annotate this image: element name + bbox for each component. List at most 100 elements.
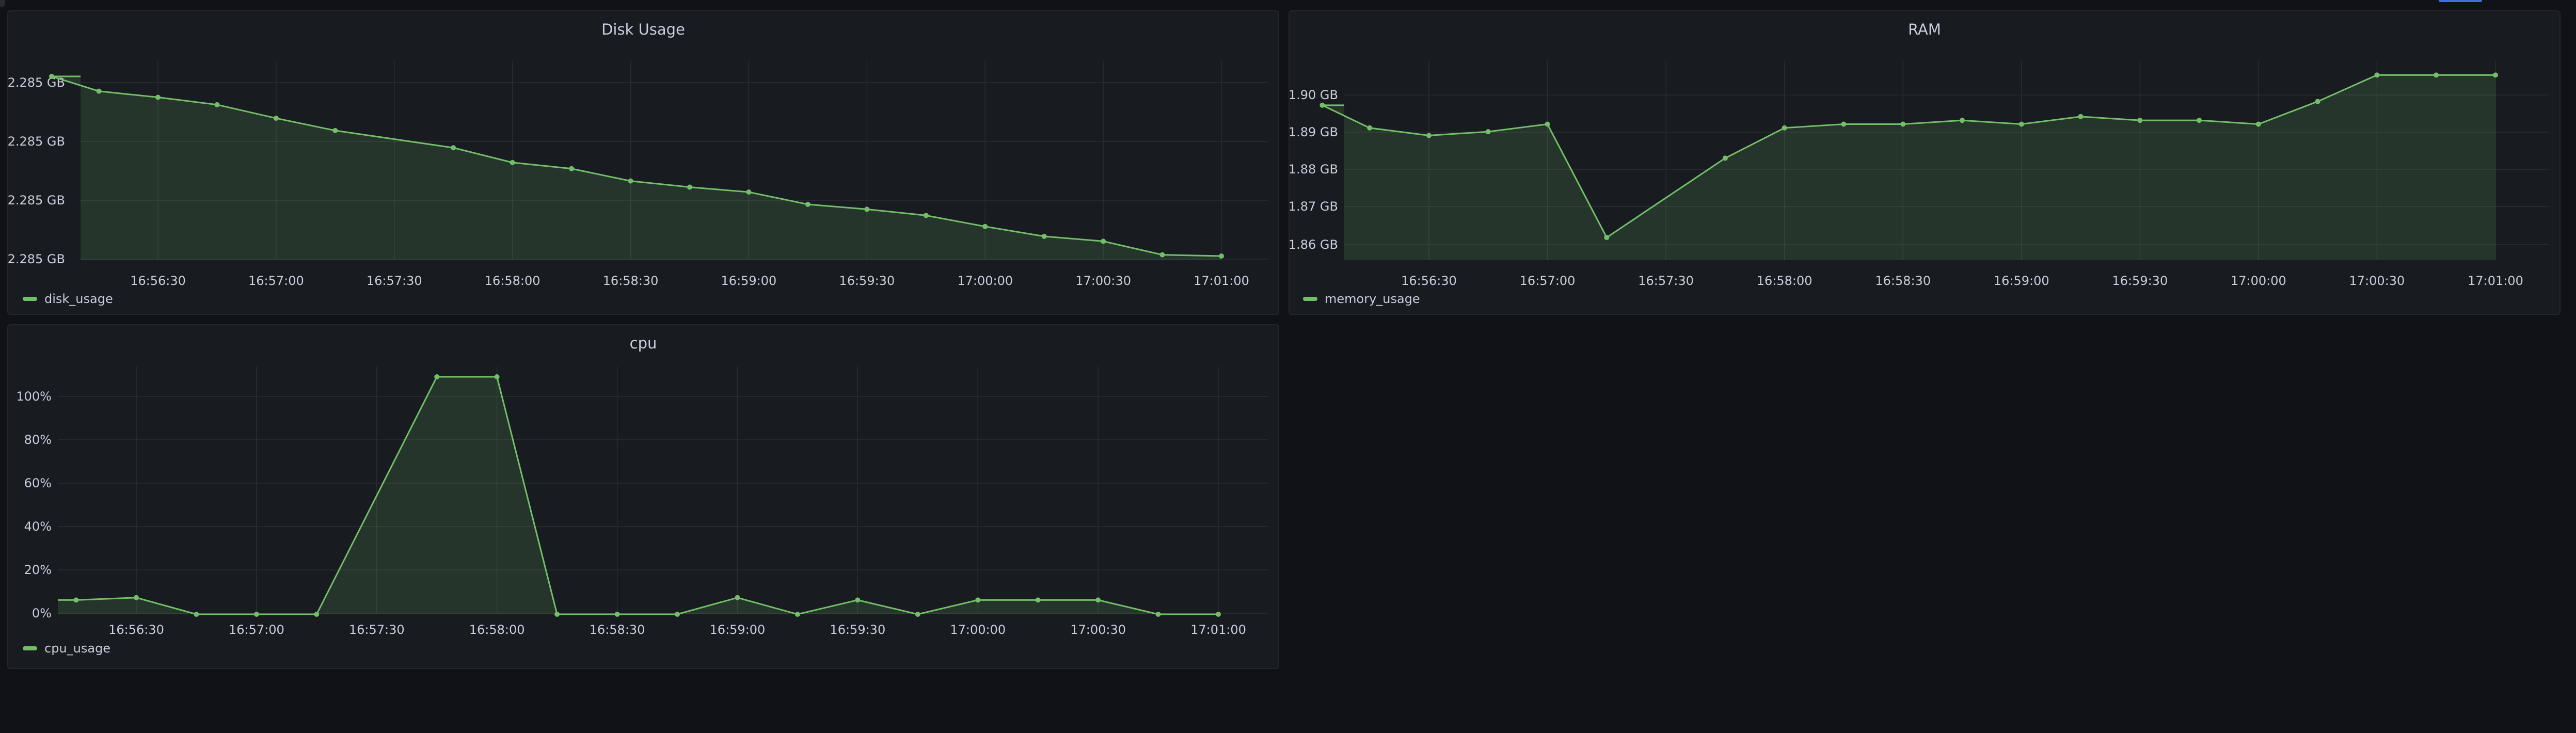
data-point bbox=[2374, 72, 2380, 78]
data-point bbox=[735, 595, 740, 600]
data-point bbox=[1722, 155, 1728, 161]
data-point bbox=[273, 116, 279, 121]
legend-label: cpu_usage bbox=[44, 641, 111, 656]
series-area bbox=[52, 76, 1221, 260]
data-point bbox=[687, 184, 692, 190]
cpu-panel[interactable]: cpu 100% 80% 60% 40% 20% 0% 16:56:30 16:57:00 16… bbox=[7, 324, 1279, 669]
series-line bbox=[58, 376, 1218, 615]
ram-chart: 1.90 GB 1.89 GB 1.88 GB 1.87 GB 1.86 GB 16:56… bbox=[1289, 61, 2549, 288]
y-tick-label: 1.89 GB bbox=[1289, 125, 1338, 139]
x-tick-label: 17:00:00 bbox=[957, 274, 1013, 288]
x-tick-label: 17:00:00 bbox=[950, 623, 1006, 637]
y-tick-label: 80% bbox=[24, 433, 52, 447]
data-point bbox=[1319, 102, 1325, 108]
x-tick-label: 16:58:00 bbox=[485, 274, 540, 288]
disk-usage-chart: 2.285 GB2.285 GB2.285 GB2.285 GB16:56:30… bbox=[8, 61, 1268, 288]
series-points bbox=[73, 374, 1221, 617]
data-point bbox=[1782, 125, 1787, 131]
data-point bbox=[434, 374, 440, 379]
data-point bbox=[2255, 121, 2261, 127]
legend-swatch bbox=[23, 297, 37, 301]
series-area bbox=[58, 377, 1218, 614]
data-point bbox=[2018, 121, 2024, 127]
data-point bbox=[134, 595, 139, 600]
data-point bbox=[96, 88, 102, 94]
data-point bbox=[675, 612, 680, 617]
y-axis: 2.285 GB2.285 GB2.285 GB2.285 GB bbox=[8, 75, 65, 266]
data-point bbox=[915, 612, 920, 617]
data-point bbox=[794, 612, 800, 617]
data-point bbox=[1219, 253, 1224, 259]
data-point bbox=[1841, 121, 1847, 127]
data-point bbox=[855, 597, 861, 603]
top-accent-bar bbox=[2439, 0, 2482, 2]
data-point bbox=[1101, 238, 1106, 244]
data-point bbox=[194, 612, 199, 617]
y-tick-label: 2.285 GB bbox=[8, 193, 65, 208]
x-tick-label: 17:00:30 bbox=[1075, 274, 1131, 288]
y-axis: 1.90 GB 1.89 GB 1.88 GB 1.87 GB 1.86 GB bbox=[1289, 88, 1338, 252]
x-tick-label: 17:01:00 bbox=[1194, 274, 1249, 288]
x-tick-label: 16:56:30 bbox=[108, 623, 164, 637]
y-tick-label: 20% bbox=[24, 563, 52, 577]
y-tick-label: 1.86 GB bbox=[1289, 237, 1338, 252]
y-axis: 100% 80% 60% 40% 20% 0% bbox=[16, 389, 52, 620]
x-tick-label: 16:59:00 bbox=[710, 623, 766, 637]
corner-handle bbox=[0, 0, 5, 7]
y-tick-label: 1.87 GB bbox=[1289, 199, 1338, 214]
x-tick-label: 16:59:30 bbox=[830, 623, 885, 637]
legend-label: memory_usage bbox=[1325, 292, 1420, 306]
data-point bbox=[314, 612, 320, 617]
x-axis: 16:56:30 16:57:00 16:57:30 16:58:00 16:58:30… bbox=[1401, 274, 2523, 288]
x-tick-label: 16:57:30 bbox=[367, 274, 422, 288]
grid-lines bbox=[58, 366, 1268, 614]
x-tick-label: 16:57:30 bbox=[1638, 274, 1694, 288]
data-point bbox=[1216, 612, 1221, 617]
legend[interactable]: disk_usage bbox=[23, 292, 113, 306]
data-point bbox=[1155, 612, 1161, 617]
x-tick-label: 16:58:30 bbox=[590, 623, 645, 637]
x-tick-label: 17:01:00 bbox=[1190, 623, 1246, 637]
data-point bbox=[2315, 99, 2320, 104]
y-tick-label: 40% bbox=[24, 519, 52, 534]
legend-label: disk_usage bbox=[44, 292, 113, 306]
data-point bbox=[1426, 133, 1432, 138]
x-tick-label: 16:58:00 bbox=[1757, 274, 1812, 288]
data-point bbox=[628, 178, 633, 184]
y-tick-label: 1.88 GB bbox=[1289, 162, 1338, 177]
x-tick-label: 16:57:00 bbox=[1520, 274, 1576, 288]
data-point bbox=[2434, 72, 2439, 78]
x-tick-label: 17:01:00 bbox=[2468, 274, 2523, 288]
data-point bbox=[1159, 252, 1165, 258]
x-tick-label: 16:57:00 bbox=[248, 274, 304, 288]
data-point bbox=[982, 224, 988, 229]
disk-usage-panel[interactable]: Disk Usage 2.285 GB 2.285 GB 2.285 GB 2.285… bbox=[7, 10, 1279, 315]
data-point bbox=[494, 374, 500, 379]
y-tick-label: 60% bbox=[24, 476, 52, 490]
data-point bbox=[1041, 233, 1047, 239]
data-point bbox=[451, 145, 456, 151]
x-tick-label: 16:57:30 bbox=[349, 623, 405, 637]
legend[interactable]: cpu_usage bbox=[23, 641, 110, 656]
y-tick-label: 2.285 GB bbox=[8, 134, 65, 149]
x-tick-label: 16:58:00 bbox=[469, 623, 525, 637]
ram-panel[interactable]: RAM 1.90 GB 1.89 GB 1.88 GB 1.87 GB 1.86 GB 1… bbox=[1289, 10, 2561, 315]
data-point bbox=[1095, 597, 1101, 603]
legend[interactable]: memory_usage bbox=[1303, 292, 1420, 306]
data-point bbox=[1545, 121, 1550, 127]
x-tick-label: 17:00:00 bbox=[2231, 274, 2286, 288]
data-point bbox=[1960, 118, 1965, 123]
data-point bbox=[923, 213, 929, 218]
x-tick-label: 16:56:30 bbox=[130, 274, 186, 288]
data-point bbox=[1900, 121, 1906, 127]
data-point bbox=[332, 128, 338, 133]
data-point bbox=[2197, 118, 2202, 123]
data-point bbox=[1604, 235, 1610, 241]
x-tick-label: 16:57:00 bbox=[229, 623, 284, 637]
legend-swatch bbox=[23, 646, 37, 650]
y-tick-label: 100% bbox=[16, 389, 52, 404]
data-point bbox=[554, 612, 560, 617]
data-point bbox=[2493, 72, 2498, 78]
y-tick-label: 0% bbox=[32, 606, 52, 620]
x-tick-label: 16:59:30 bbox=[839, 274, 895, 288]
